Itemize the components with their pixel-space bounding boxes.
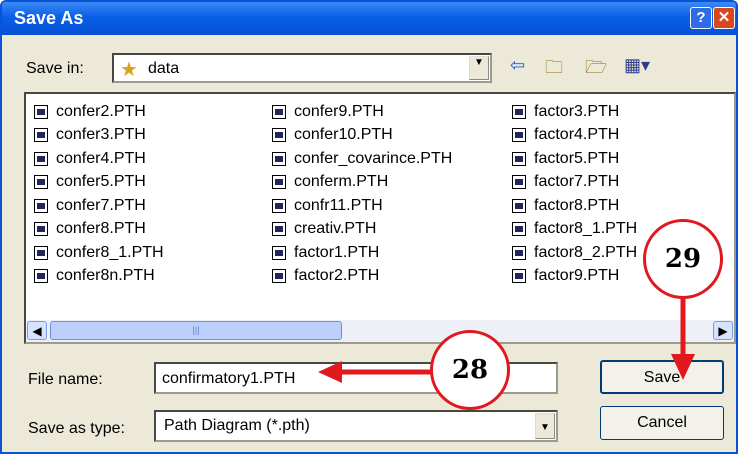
step-29-callout: 29 [643, 219, 723, 299]
arrow-28-head [318, 361, 342, 383]
annotation-overlay [318, 290, 695, 383]
step-28-callout: 28 [430, 330, 510, 410]
arrow-29-head [671, 354, 695, 380]
